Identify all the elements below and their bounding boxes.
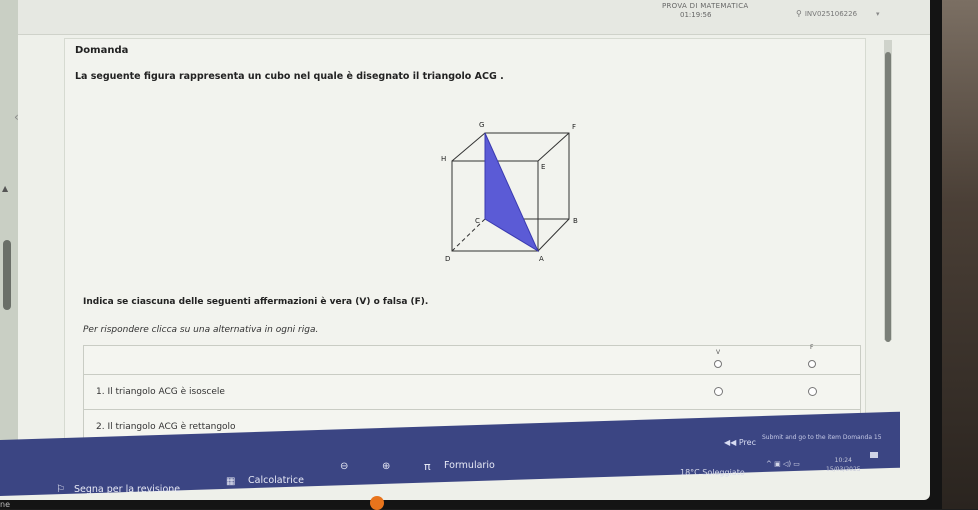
vertex-E: E — [541, 163, 545, 171]
formulary-button[interactable]: Formulario — [444, 460, 495, 471]
weather-widget[interactable]: 18°C Soleggiato — [680, 468, 745, 477]
table-row: 1. Il triangolo ACG è isoscele — [83, 375, 861, 410]
left-rail: ▲ ▼ — [0, 0, 18, 480]
chevron-down-icon[interactable]: ▾ — [876, 10, 880, 18]
edge-FE — [537, 132, 570, 162]
vertex-A: A — [539, 255, 544, 263]
question-number: Domanda — [75, 45, 129, 56]
calculator-icon: ▦ — [226, 476, 236, 487]
column-true: V — [716, 349, 721, 356]
header-radio-true[interactable] — [714, 360, 722, 368]
right-scrollbar-thumb[interactable] — [885, 52, 891, 342]
vertex-D: D — [445, 255, 450, 263]
vertex-C: C — [475, 217, 480, 225]
collapse-panel-icon[interactable]: ‹ — [14, 110, 19, 124]
zoom-in-icon[interactable]: ⊕ — [382, 461, 390, 472]
vertex-B: B — [573, 217, 578, 225]
exam-screen: PROVA DI MATEMATICA 01:19:56 ⚲ INV0251062… — [0, 0, 930, 500]
clock-date: 15/03/2025 — [826, 466, 861, 473]
calculator-button[interactable]: Calcolatrice — [248, 475, 304, 486]
next-tooltip: Submit and go to the item Domanda 15 — [762, 434, 882, 441]
top-header: PROVA DI MATEMATICA 01:19:56 ⚲ INV0251062… — [0, 0, 930, 35]
statement-label: 2. Il triangolo ACG è rettangolo — [96, 422, 236, 432]
question-panel: Domanda La seguente figura rappresenta u… — [64, 38, 866, 445]
vertex-G: G — [479, 121, 484, 129]
edge-BA — [537, 218, 570, 252]
triangle-ACG — [484, 132, 540, 253]
question-text: La seguente figura rappresenta un cubo n… — [75, 71, 504, 82]
system-tray[interactable]: ^ ▣ ◁) ▭ — [766, 460, 800, 468]
scroll-up-icon[interactable]: ▲ — [2, 184, 8, 193]
notification-icon[interactable] — [870, 452, 878, 458]
flag-icon: ⚐ — [56, 484, 65, 495]
table-header: V F — [83, 344, 861, 375]
pi-icon: π — [424, 460, 431, 473]
edge-CD — [451, 218, 486, 252]
zoom-out-icon[interactable]: ⊖ — [340, 461, 348, 472]
radio-false[interactable] — [808, 387, 817, 396]
hint-text: Per rispondere clicca su una alternativa… — [83, 325, 319, 335]
user-badge[interactable]: ⚲ INV025106226 — [796, 9, 857, 18]
logo-icon — [370, 496, 384, 510]
left-scrollbar[interactable] — [3, 240, 11, 310]
cube-figure: G F H E C B D A — [441, 121, 578, 263]
clock-time: 10:24 — [834, 457, 852, 464]
radio-true[interactable] — [714, 387, 723, 396]
edge-text: ne — [0, 500, 10, 509]
timer: 01:19:56 — [680, 11, 712, 19]
vertex-F: F — [572, 123, 576, 131]
exam-title: PROVA DI MATEMATICA — [662, 2, 749, 10]
statement-label: 1. Il triangolo ACG è isoscele — [96, 387, 225, 397]
header-radio-false[interactable] — [808, 360, 816, 368]
mark-for-review-button[interactable]: Segna per la revisione — [74, 484, 180, 495]
previous-label: Prec — [738, 438, 756, 447]
user-id: INV025106226 — [804, 10, 858, 18]
previous-button[interactable]: ◀◀ Prec — [724, 438, 756, 447]
vertex-H: H — [441, 155, 446, 163]
edge-GH — [451, 132, 486, 162]
instruction-text: Indica se ciascuna delle seguenti afferm… — [83, 297, 429, 307]
column-false: F — [810, 344, 814, 351]
user-icon: ⚲ — [796, 9, 802, 18]
clock[interactable]: 10:24 15/03/2025 — [826, 456, 861, 474]
